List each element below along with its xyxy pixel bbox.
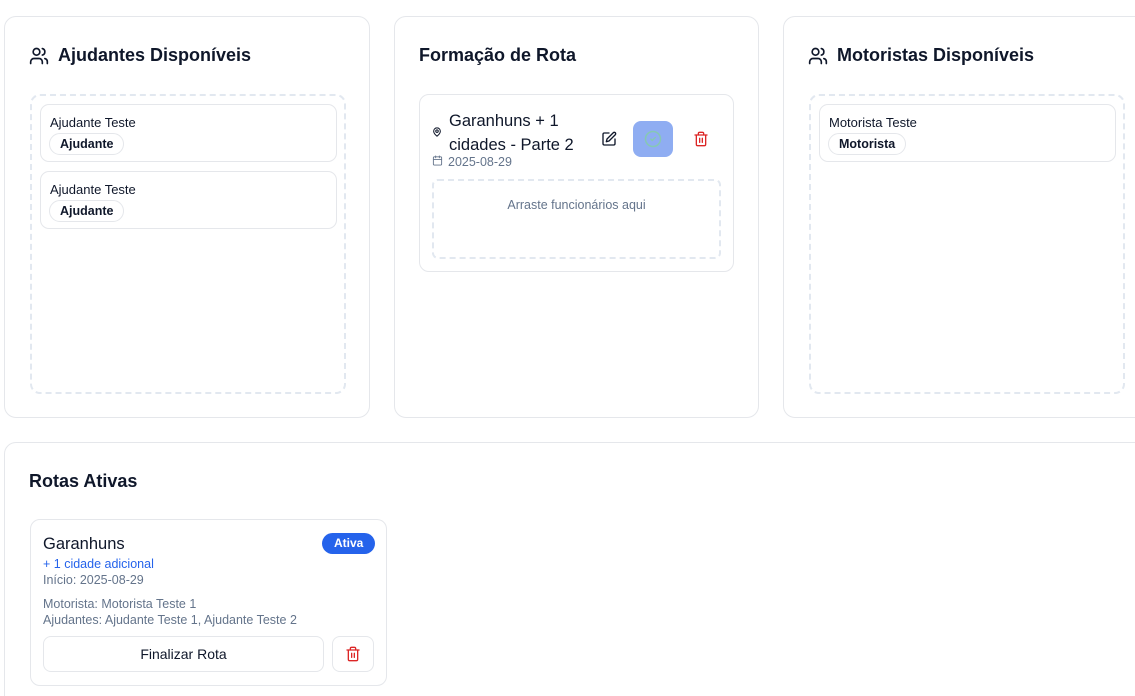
active-route-extra-cities: + 1 cidade adicional [43, 557, 154, 571]
driver-card[interactable]: Motorista Teste Motorista [819, 104, 1116, 162]
active-route-driver: Motorista: Motorista Teste 1 [43, 597, 197, 611]
drivers-dropzone[interactable]: Motorista Teste Motorista [809, 94, 1125, 394]
helper-card[interactable]: Ajudante Teste Ajudante [40, 104, 337, 162]
helper-name: Ajudante Teste [50, 115, 136, 130]
trash-icon [694, 131, 708, 147]
check-circle-icon [644, 130, 662, 148]
route-formation-panel: Formação de Rota Garanhuns + 1 cidades -… [394, 16, 759, 418]
active-route-card: Garanhuns Ativa + 1 cidade adicional Iní… [30, 519, 387, 686]
active-routes-panel: Rotas Ativas Garanhuns Ativa + 1 cidade … [4, 442, 1135, 696]
helper-role-badge: Ajudante [49, 133, 125, 155]
delete-route-draft-button[interactable] [690, 128, 712, 150]
active-route-start: Início: 2025-08-29 [43, 573, 144, 587]
calendar-icon [432, 155, 443, 169]
drivers-panel-title-text: Motoristas Disponíveis [837, 45, 1035, 65]
active-route-city: Garanhuns [43, 535, 125, 553]
helper-role-badge: Ajudante [49, 200, 125, 222]
helpers-dropzone[interactable]: Ajudante Teste Ajudante Ajudante Teste A… [30, 94, 346, 394]
helpers-panel-title: Ajudantes Disponíveis [29, 45, 251, 66]
route-draft-card: Garanhuns + 1 cidades - Parte 2 2025-08-… [419, 94, 734, 272]
route-draft-date: 2025-08-29 [448, 155, 512, 169]
delete-active-route-button[interactable] [332, 636, 374, 672]
route-formation-title: Formação de Rota [419, 45, 577, 65]
drivers-panel-title: Motoristas Disponíveis [808, 45, 1034, 66]
trash-icon [346, 646, 360, 662]
route-drop-target[interactable]: Arraste funcionários aqui [432, 179, 721, 259]
helper-card[interactable]: Ajudante Teste Ajudante [40, 171, 337, 229]
edit-route-button[interactable] [598, 128, 620, 150]
helpers-panel: Ajudantes Disponíveis Ajudante Teste Aju… [4, 16, 370, 418]
driver-role-badge: Motorista [828, 133, 907, 155]
finish-route-button[interactable]: Finalizar Rota [43, 636, 324, 672]
status-badge: Ativa [322, 533, 376, 554]
active-routes-title: Rotas Ativas [29, 471, 138, 491]
route-drop-hint: Arraste funcionários aqui [507, 198, 646, 212]
users-icon [29, 46, 49, 66]
map-pin-icon [432, 125, 442, 137]
route-draft-date-row: 2025-08-29 [432, 155, 512, 169]
confirm-route-button[interactable] [633, 121, 673, 157]
helpers-panel-title-text: Ajudantes Disponíveis [58, 45, 252, 65]
edit-icon [602, 131, 617, 146]
drivers-panel: Motoristas Disponíveis Motorista Teste M… [783, 16, 1135, 418]
helper-name: Ajudante Teste [50, 182, 136, 197]
driver-name: Motorista Teste [829, 115, 917, 130]
users-icon [808, 46, 828, 66]
route-draft-name: Garanhuns + 1 cidades - Parte 2 [449, 112, 574, 154]
active-route-helpers: Ajudantes: Ajudante Teste 1, Ajudante Te… [43, 613, 297, 627]
